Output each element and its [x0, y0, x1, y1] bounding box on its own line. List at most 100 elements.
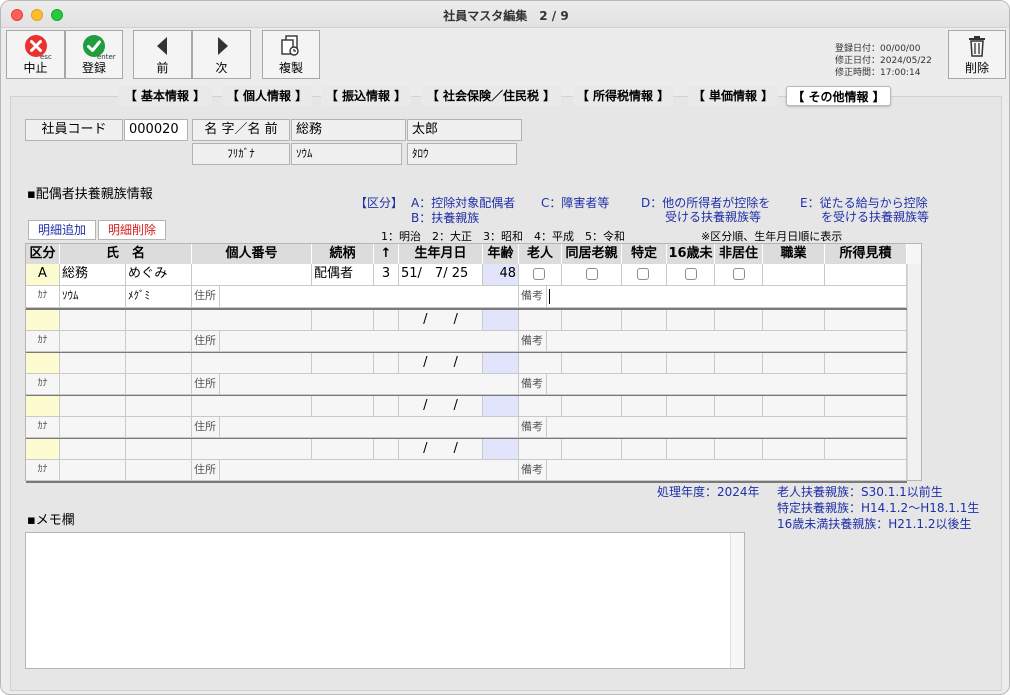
row1-era[interactable]: 3: [374, 264, 399, 286]
row2-address-field[interactable]: [220, 331, 519, 352]
row3-last-kana[interactable]: [60, 374, 126, 395]
row1-last-name[interactable]: 総務: [60, 264, 126, 286]
row4-occupation[interactable]: [763, 396, 825, 417]
row3-era[interactable]: [374, 353, 399, 374]
next-button[interactable]: 次: [192, 30, 251, 79]
memo-scrollbar[interactable]: [730, 533, 744, 668]
row2-elderly[interactable]: [519, 310, 562, 331]
register-button[interactable]: enter 登録: [65, 30, 123, 79]
row5-first-name[interactable]: [126, 439, 192, 460]
row4-last-name[interactable]: [60, 396, 126, 417]
row1-address-field[interactable]: [220, 286, 519, 308]
row4-income[interactable]: [825, 396, 907, 417]
row1-first-name[interactable]: めぐみ: [126, 264, 192, 286]
row5-elderly[interactable]: [519, 439, 562, 460]
row2-era[interactable]: [374, 310, 399, 331]
row1-under16-checkbox[interactable]: [685, 268, 697, 280]
row4-first-kana[interactable]: [126, 417, 192, 438]
row5-under16[interactable]: [667, 439, 715, 460]
row5-relation[interactable]: [312, 439, 374, 460]
delete-record-button[interactable]: 削除: [948, 30, 1006, 79]
row5-nonresident[interactable]: [715, 439, 763, 460]
row4-category[interactable]: [26, 396, 60, 417]
row3-elderly[interactable]: [519, 353, 562, 374]
row2-birthdate[interactable]: / /: [399, 310, 483, 331]
row1-elderly-checkbox[interactable]: [533, 268, 545, 280]
first-kana-field[interactable]: ﾀﾛｳ: [407, 143, 517, 165]
tab-other-info[interactable]: 【 その他情報 】: [786, 86, 891, 106]
row4-birthdate[interactable]: / /: [399, 396, 483, 417]
row1-specific-checkbox[interactable]: [637, 268, 649, 280]
row3-income[interactable]: [825, 353, 907, 374]
row2-category[interactable]: [26, 310, 60, 331]
row3-first-name[interactable]: [126, 353, 192, 374]
row4-cohabiting[interactable]: [562, 396, 622, 417]
row5-first-kana[interactable]: [126, 460, 192, 481]
row4-nonresident[interactable]: [715, 396, 763, 417]
row4-address-field[interactable]: [220, 417, 519, 438]
row1-category[interactable]: A: [26, 264, 60, 286]
row5-cohabiting[interactable]: [562, 439, 622, 460]
grid-scrollbar[interactable]: [907, 264, 921, 480]
row3-last-name[interactable]: [60, 353, 126, 374]
row4-under16[interactable]: [667, 396, 715, 417]
memo-textarea[interactable]: [25, 532, 745, 669]
row2-under16[interactable]: [667, 310, 715, 331]
row2-income[interactable]: [825, 310, 907, 331]
row1-occupation[interactable]: [763, 264, 825, 286]
row1-relation[interactable]: 配偶者: [312, 264, 374, 286]
row3-number[interactable]: [192, 353, 312, 374]
row5-last-kana[interactable]: [60, 460, 126, 481]
copy-button[interactable]: 複製: [262, 30, 320, 79]
row4-remarks-field[interactable]: [547, 417, 907, 438]
row5-income[interactable]: [825, 439, 907, 460]
row1-cohabiting-checkbox[interactable]: [586, 268, 598, 280]
row3-category[interactable]: [26, 353, 60, 374]
row5-last-name[interactable]: [60, 439, 126, 460]
row2-occupation[interactable]: [763, 310, 825, 331]
row2-cohabiting[interactable]: [562, 310, 622, 331]
row5-specific[interactable]: [622, 439, 667, 460]
row4-specific[interactable]: [622, 396, 667, 417]
last-kana-field[interactable]: ｿｳﾑ: [291, 143, 402, 165]
row3-relation[interactable]: [312, 353, 374, 374]
row1-birthdate[interactable]: 51/ 7/ 25: [399, 264, 483, 286]
row2-number[interactable]: [192, 310, 312, 331]
row3-birthdate[interactable]: / /: [399, 353, 483, 374]
row4-number[interactable]: [192, 396, 312, 417]
row3-remarks-field[interactable]: [547, 374, 907, 395]
add-row-button[interactable]: 明細追加: [28, 220, 96, 240]
row1-number[interactable]: [192, 264, 312, 286]
row3-under16[interactable]: [667, 353, 715, 374]
row3-cohabiting[interactable]: [562, 353, 622, 374]
row2-last-name[interactable]: [60, 310, 126, 331]
delete-row-button[interactable]: 明細削除: [98, 220, 166, 240]
last-name-field[interactable]: 総務: [291, 119, 406, 141]
row3-address-field[interactable]: [220, 374, 519, 395]
row1-remarks-field[interactable]: [547, 286, 907, 308]
row5-occupation[interactable]: [763, 439, 825, 460]
row5-birthdate[interactable]: / /: [399, 439, 483, 460]
row1-first-kana[interactable]: ﾒｸﾞﾐ: [126, 286, 192, 308]
first-name-field[interactable]: 太郎: [407, 119, 522, 141]
row3-occupation[interactable]: [763, 353, 825, 374]
tab-personal-info[interactable]: 【 個人情報 】: [222, 86, 312, 106]
row4-elderly[interactable]: [519, 396, 562, 417]
row2-relation[interactable]: [312, 310, 374, 331]
row2-specific[interactable]: [622, 310, 667, 331]
row5-remarks-field[interactable]: [547, 460, 907, 481]
row5-address-field[interactable]: [220, 460, 519, 481]
row2-first-kana[interactable]: [126, 331, 192, 352]
tab-income-tax[interactable]: 【 所得税情報 】: [573, 86, 673, 106]
row3-first-kana[interactable]: [126, 374, 192, 395]
tab-social-insurance[interactable]: 【 社会保険／住民税 】: [421, 86, 561, 106]
row2-last-kana[interactable]: [60, 331, 126, 352]
row3-specific[interactable]: [622, 353, 667, 374]
row2-nonresident[interactable]: [715, 310, 763, 331]
row3-nonresident[interactable]: [715, 353, 763, 374]
row5-era[interactable]: [374, 439, 399, 460]
row4-era[interactable]: [374, 396, 399, 417]
prev-button[interactable]: 前: [133, 30, 192, 79]
row1-nonresident-checkbox[interactable]: [733, 268, 745, 280]
row2-first-name[interactable]: [126, 310, 192, 331]
